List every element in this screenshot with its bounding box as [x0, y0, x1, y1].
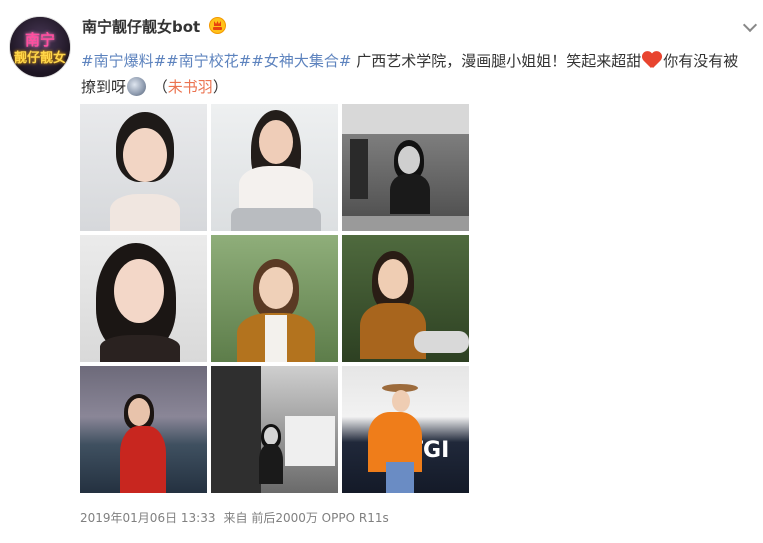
post-meta: 2019年01月06日 13:33 来自 前后2000万 OPPO R11s	[80, 509, 389, 526]
photo-grid: TGI	[80, 104, 469, 494]
post-body-text: 广西艺术学院，漫画腿小姐姐！笑起来超甜	[351, 52, 642, 70]
photo-thumbnail[interactable]: TGI	[342, 366, 469, 493]
paren-open: （	[148, 78, 168, 96]
shocked-face-icon	[127, 77, 147, 96]
photo-author-link[interactable]: 未书羽	[168, 78, 213, 96]
hashtag-link[interactable]: #南宁校花#	[166, 52, 251, 70]
chevron-down-icon[interactable]	[742, 17, 758, 33]
photo-thumbnail[interactable]	[80, 235, 207, 362]
photo-thumbnail[interactable]	[211, 366, 338, 493]
avatar-text-bottom: 靓仔靓女	[13, 51, 66, 66]
avatar[interactable]: 南宁 靓仔靓女	[9, 16, 71, 78]
photo-thumbnail[interactable]	[211, 235, 338, 362]
photo-thumbnail[interactable]	[342, 104, 469, 231]
hashtag-link[interactable]: #女神大集合#	[251, 52, 351, 70]
photo-thumbnail[interactable]	[211, 104, 338, 231]
red-heart-icon	[642, 51, 662, 69]
photo-thumbnail[interactable]	[342, 235, 469, 362]
post-timestamp[interactable]: 2019年01月06日 13:33	[80, 511, 215, 525]
vip-crown-icon[interactable]	[209, 17, 226, 34]
post-text: #南宁爆料##南宁校花##女神大集合# 广西艺术学院，漫画腿小姐姐！笑起来超甜你…	[81, 48, 753, 100]
source-prefix: 来自	[223, 511, 248, 525]
post-source[interactable]: 前后2000万 OPPO R11s	[251, 511, 388, 525]
hashtag-link[interactable]: #南宁爆料#	[81, 52, 166, 70]
paren-close: ）	[212, 78, 228, 96]
photo-thumbnail[interactable]	[80, 104, 207, 231]
photo-thumbnail[interactable]	[80, 366, 207, 493]
username-link[interactable]: 南宁靓仔靓女bot	[82, 16, 200, 37]
